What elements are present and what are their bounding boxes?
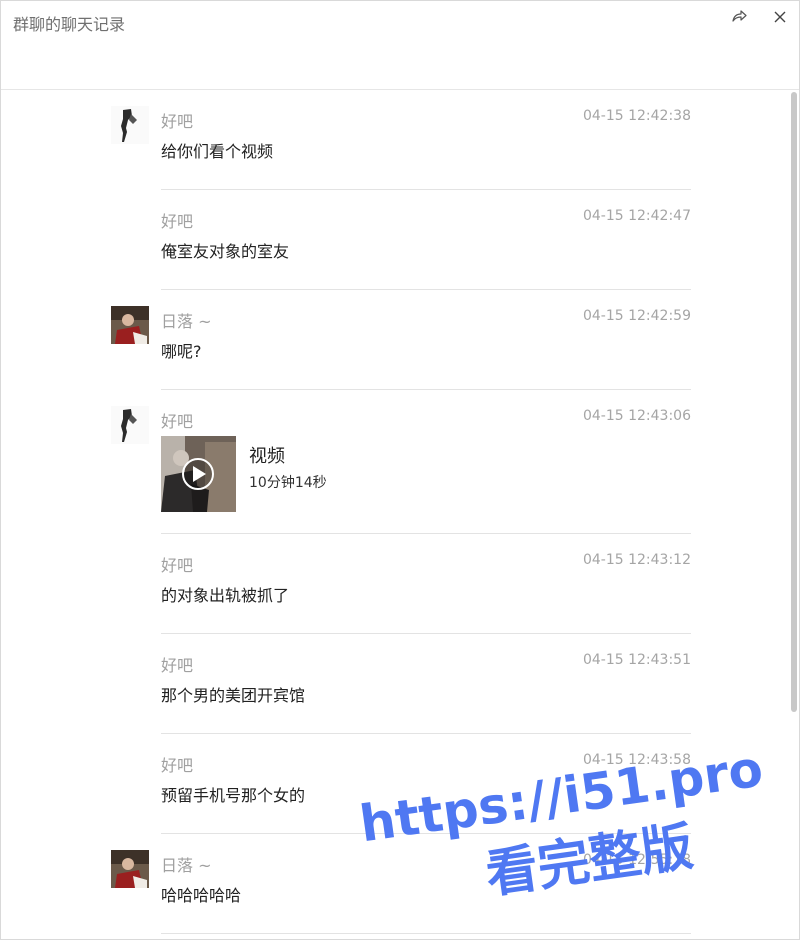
message-time: 04-15 12:43:58: [582, 752, 691, 768]
sender-name: 好吧: [161, 556, 194, 575]
share-button[interactable]: [725, 5, 753, 31]
avatar-riluo[interactable]: [111, 306, 149, 344]
sender-name: 好吧: [161, 412, 194, 431]
message-time: 04-15 12:43:06: [582, 408, 691, 424]
message-item: 好吧 04-15 12:43:06 视频 10分钟14秒: [1, 390, 789, 534]
message-item: 日落 ~ 04-15 12:55:18 哈哈哈哈哈: [1, 834, 789, 939]
video-title: 视频: [249, 446, 285, 467]
close-button[interactable]: [766, 5, 794, 31]
window-title: 群聊的聊天记录: [13, 15, 126, 34]
avatar-riluo[interactable]: [111, 850, 149, 888]
video-duration: 10分钟14秒: [249, 475, 327, 491]
close-icon: [773, 9, 787, 28]
scrollbar-thumb[interactable]: [791, 92, 797, 712]
message-text: 给你们看个视频: [161, 142, 274, 161]
message-item: 日落 ~ 04-15 12:42:59 哪呢?: [1, 290, 789, 390]
divider: [161, 933, 691, 934]
avatar-haoba[interactable]: [111, 106, 149, 144]
chat-history-window: 群聊的聊天记录 好吧 04-15 12:42:38 给你们看个视频 好吧 04-: [0, 0, 800, 940]
video-message[interactable]: 视频 10分钟14秒: [161, 436, 541, 512]
message-text: 哈哈哈哈哈: [161, 886, 242, 905]
sender-name: 好吧: [161, 756, 194, 775]
message-time: 04-15 12:43:12: [582, 552, 691, 568]
avatar-haoba[interactable]: [111, 406, 149, 444]
sender-name: 好吧: [161, 212, 194, 231]
sender-name: 日落 ~: [161, 856, 212, 875]
message-item: 好吧 04-15 12:43:12 的对象出轨被抓了: [1, 534, 789, 634]
sender-name: 好吧: [161, 656, 194, 675]
message-item: 好吧 04-15 12:42:47 俺室友对象的室友: [1, 190, 789, 290]
message-time: 04-15 12:42:47: [582, 208, 691, 224]
message-text: 俺室友对象的室友: [161, 242, 290, 261]
video-thumbnail: [161, 436, 236, 512]
message-text: 的对象出轨被抓了: [161, 586, 290, 605]
message-time: 04-15 12:42:38: [582, 108, 691, 124]
message-item: 好吧 04-15 12:43:51 那个男的美团开宾馆: [1, 634, 789, 734]
message-time: 04-15 12:43:51: [582, 652, 691, 668]
message-time: 04-15 12:55:18: [582, 852, 691, 868]
message-time: 04-15 12:42:59: [582, 308, 691, 324]
message-list[interactable]: 好吧 04-15 12:42:38 给你们看个视频 好吧 04-15 12:42…: [1, 90, 789, 939]
message-text: 那个男的美团开宾馆: [161, 686, 306, 705]
sender-name: 日落 ~: [161, 312, 212, 331]
message-item: 好吧 04-15 12:43:58 预留手机号那个女的: [1, 734, 789, 834]
message-text: 哪呢?: [161, 342, 202, 361]
message-text: 预留手机号那个女的: [161, 786, 306, 805]
title-bar: 群聊的聊天记录: [1, 1, 799, 90]
message-item: 好吧 04-15 12:42:38 给你们看个视频: [1, 90, 789, 190]
share-arrow-icon: [731, 8, 747, 28]
scrollbar[interactable]: [789, 90, 799, 939]
sender-name: 好吧: [161, 112, 194, 131]
